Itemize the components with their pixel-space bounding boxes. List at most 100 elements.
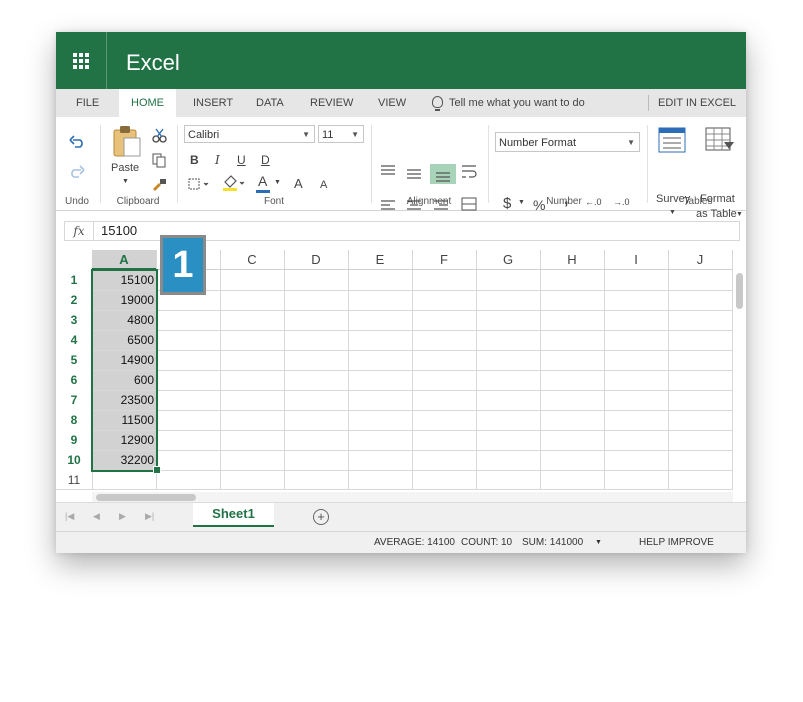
alignment-group-label: Alignment <box>406 196 452 207</box>
step-callout-badge: 1 <box>160 235 206 295</box>
tabs-divider <box>648 95 649 111</box>
app-launcher-icon[interactable] <box>56 32 106 89</box>
chevron-down-icon: ▼ <box>627 138 635 147</box>
grid-line <box>92 350 732 351</box>
font-color-button[interactable]: A <box>258 173 267 189</box>
grid-line <box>56 489 732 490</box>
format-painter-icon[interactable] <box>152 177 167 192</box>
align-left-icon[interactable] <box>380 199 396 211</box>
ribbon-divider <box>100 125 101 203</box>
chevron-down-icon[interactable]: ▼ <box>518 199 525 206</box>
status-sum: SUM: 141000 <box>522 537 584 548</box>
decrease-decimal-button[interactable]: →.0 <box>613 197 630 207</box>
column-header-d[interactable]: D <box>284 250 348 270</box>
tab-home[interactable]: HOME <box>119 89 176 117</box>
column-header-c[interactable]: C <box>220 250 284 270</box>
font-name-value: Calibri <box>188 129 220 141</box>
paste-dropdown-icon[interactable]: ▼ <box>122 178 129 185</box>
grid-line <box>92 450 732 451</box>
clipboard-group-label: Clipboard <box>116 196 160 207</box>
tab-data[interactable]: DATA <box>256 89 284 117</box>
vertical-scrollbar[interactable] <box>736 273 743 309</box>
font-size-select[interactable]: 11 ▼ <box>318 125 364 143</box>
add-sheet-icon[interactable]: + <box>313 509 329 525</box>
copy-icon[interactable] <box>152 153 167 168</box>
first-sheet-icon[interactable]: |◀ <box>65 511 74 522</box>
row-header[interactable]: 4 <box>56 330 92 350</box>
column-header-h[interactable]: H <box>540 250 604 270</box>
column-header-i[interactable]: I <box>604 250 668 270</box>
last-sheet-icon[interactable]: ▶| <box>145 511 154 522</box>
grid-line <box>92 390 732 391</box>
font-color-swatch <box>256 190 270 193</box>
row-header[interactable]: 9 <box>56 430 92 450</box>
sheet-tab-sheet1[interactable]: Sheet1 <box>193 503 274 527</box>
row-header[interactable]: 8 <box>56 410 92 430</box>
column-header-a[interactable]: A <box>92 250 156 270</box>
tell-me-search[interactable]: Tell me what you want to do <box>432 89 585 117</box>
column-header-e[interactable]: E <box>348 250 412 270</box>
chevron-down-icon[interactable]: ▼ <box>736 211 743 218</box>
status-count: COUNT: 10 <box>461 537 513 548</box>
status-bar: AVERAGE: 14100 COUNT: 10 SUM: 141000 ▼ H… <box>56 531 746 553</box>
formula-input[interactable]: 15100 <box>101 222 137 240</box>
format-as-table-label-2[interactable]: as Table <box>696 208 737 220</box>
row-header[interactable]: 7 <box>56 390 92 410</box>
paste-icon[interactable] <box>112 125 142 157</box>
grow-font-button[interactable]: A <box>294 176 303 191</box>
bold-button[interactable]: B <box>190 153 199 167</box>
cut-icon[interactable] <box>152 128 167 143</box>
italic-button[interactable]: I <box>215 153 220 167</box>
row-header[interactable]: 2 <box>56 290 92 310</box>
chevron-down-icon[interactable]: ▼ <box>274 179 281 186</box>
underline-button[interactable]: U <box>237 153 246 167</box>
function-icon[interactable]: fx <box>65 222 94 240</box>
top-align-icon[interactable] <box>380 164 396 176</box>
ribbon-divider <box>488 125 489 203</box>
status-options-icon[interactable]: ▼ <box>595 532 602 553</box>
column-header-f[interactable]: F <box>412 250 476 270</box>
merge-center-icon[interactable] <box>461 197 477 211</box>
redo-icon[interactable] <box>69 164 85 178</box>
row-header[interactable]: 5 <box>56 350 92 370</box>
ribbon: Undo Paste ▼ Clipboard Calibri ▼ 11 ▼ B I … <box>56 117 746 220</box>
horizontal-scrollbar[interactable] <box>96 494 196 501</box>
row-header[interactable]: 10 <box>56 450 92 470</box>
tab-review[interactable]: REVIEW <box>310 89 353 117</box>
row-header[interactable]: 6 <box>56 370 92 390</box>
chevron-down-icon[interactable]: ▼ <box>669 209 676 216</box>
undo-icon[interactable] <box>69 134 85 148</box>
fill-color-icon[interactable] <box>222 174 246 192</box>
help-improve-office-link[interactable]: HELP IMPROVE OFFICE <box>639 532 746 553</box>
font-size-value: 11 <box>322 129 334 141</box>
grid-line <box>92 330 732 331</box>
bottom-align-icon <box>436 172 450 182</box>
row-header[interactable]: 3 <box>56 310 92 330</box>
row-header[interactable]: 11 <box>56 470 92 490</box>
shrink-font-button[interactable]: A <box>320 179 327 191</box>
font-name-select[interactable]: Calibri ▼ <box>184 125 315 143</box>
edit-in-excel-button[interactable]: EDIT IN EXCEL <box>658 89 736 117</box>
tab-file[interactable]: FILE <box>76 89 99 117</box>
status-average: AVERAGE: 14100 <box>374 537 455 548</box>
next-sheet-icon[interactable]: ▶ <box>119 511 126 522</box>
tab-view[interactable]: VIEW <box>378 89 406 117</box>
app-title: Excel <box>126 50 180 75</box>
ribbon-tabs: FILE HOME INSERT DATA REVIEW VIEW Tell m… <box>56 89 746 117</box>
fill-handle[interactable] <box>153 466 161 474</box>
format-as-table-icon[interactable] <box>705 127 735 155</box>
survey-icon[interactable] <box>658 127 686 153</box>
previous-sheet-icon[interactable]: ◀ <box>93 511 100 522</box>
tab-insert[interactable]: INSERT <box>193 89 233 117</box>
column-header-g[interactable]: G <box>476 250 540 270</box>
ribbon-divider <box>647 125 648 203</box>
borders-icon[interactable] <box>188 178 210 190</box>
double-underline-button[interactable]: D <box>261 153 270 167</box>
row-header[interactable]: 1 <box>56 270 92 290</box>
currency-button[interactable]: $ <box>503 195 511 212</box>
middle-align-icon[interactable] <box>406 168 422 180</box>
column-header-j[interactable]: J <box>668 250 732 270</box>
paste-label[interactable]: Paste <box>111 162 139 174</box>
wrap-text-icon[interactable] <box>461 164 477 180</box>
number-format-select[interactable]: Number Format ▼ <box>495 132 640 152</box>
